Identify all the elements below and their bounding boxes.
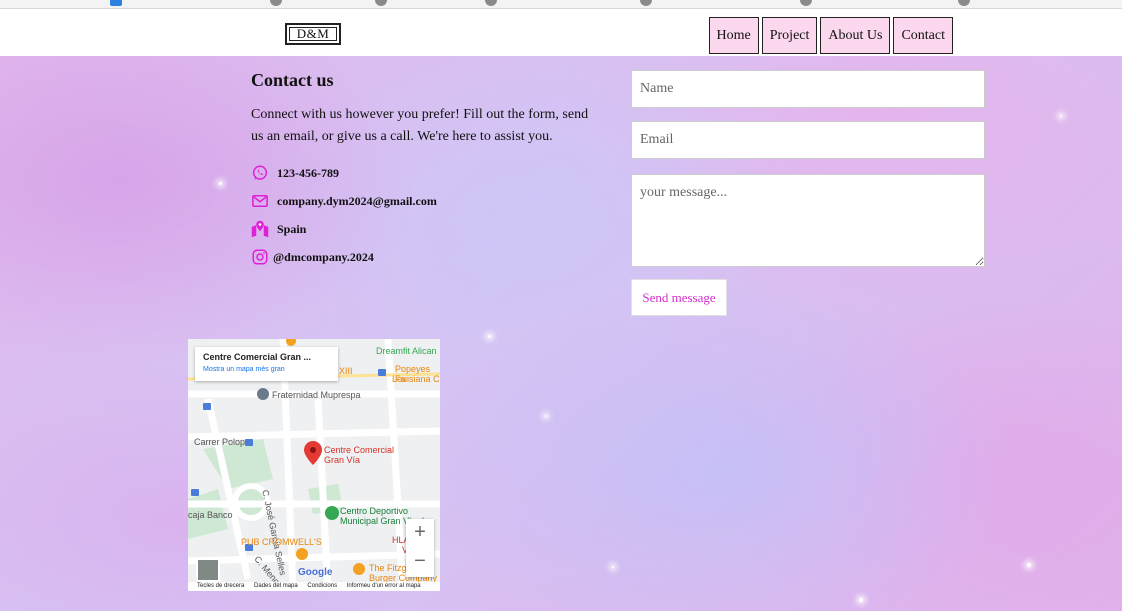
instagram-icon <box>252 249 268 265</box>
map-footer-report[interactable]: Informeu d'un error al mapa <box>347 583 421 589</box>
site-logo[interactable]: D&M <box>285 23 341 45</box>
email-row: company.dym2024@gmail.com <box>251 192 437 210</box>
larger-map-link[interactable]: Mostra un mapa més gran <box>203 366 338 373</box>
bookmark-icon[interactable] <box>375 0 387 6</box>
message-textarea[interactable] <box>631 174 985 267</box>
sparkle <box>859 598 863 602</box>
bookmark-icon[interactable] <box>110 0 122 6</box>
bookmark-icon[interactable] <box>485 0 497 6</box>
whatsapp-icon <box>252 165 268 180</box>
location-text: Spain <box>277 221 307 236</box>
bookmark-icon[interactable] <box>958 0 970 6</box>
sparkle <box>219 182 222 185</box>
map-location-icon <box>251 220 269 238</box>
email-input[interactable] <box>631 121 985 159</box>
map-footer-data[interactable]: Dades del mapa <box>254 583 298 589</box>
contact-title: Contact us <box>251 70 334 90</box>
nav-about-us[interactable]: About Us <box>820 17 891 54</box>
map-label: Fraternidad Muprespa <box>272 390 361 400</box>
map-label: XIII <box>339 366 353 376</box>
nav-home[interactable]: Home <box>708 17 759 54</box>
street-view-thumbnail[interactable] <box>196 558 220 582</box>
sparkle <box>612 566 614 568</box>
map-label: Centre Comercial <box>324 445 395 455</box>
map-footer-shortcuts[interactable]: Tecles de drecera <box>197 583 244 589</box>
sparkle <box>488 335 491 338</box>
sparkle <box>545 415 547 417</box>
site-header: D&M Home Project About Us Contact <box>0 9 1122 56</box>
envelope-icon <box>252 195 268 207</box>
name-input[interactable] <box>631 70 985 108</box>
map-label: Dreamfit Alican <box>376 346 437 356</box>
zoom-in-button[interactable]: + <box>406 519 434 548</box>
map-footer-terms[interactable]: Condicions <box>307 583 337 589</box>
nav-contact[interactable]: Contact <box>893 17 953 54</box>
contact-form <box>631 70 985 267</box>
location-row: Spain <box>251 220 306 238</box>
map-label: The Fitzg <box>369 563 407 573</box>
instagram-row: @dmcompany.2024 <box>251 248 374 266</box>
zoom-out-button[interactable]: − <box>406 548 434 577</box>
map-place-title: Centre Comercial Gran ... <box>203 352 312 362</box>
logo-text: D&M <box>296 26 330 41</box>
map-place-card: Centre Comercial Gran ... Mostra un mapa… <box>195 347 338 381</box>
embedded-map[interactable]: Dreamfit Alican Popeyes Fa Louisiana C X… <box>188 339 440 591</box>
map-label: Gran Vía <box>324 455 361 465</box>
map-footer: Tecles de drecera Dades del mapa Condici… <box>188 582 440 591</box>
map-zoom-controls: + − <box>406 519 434 577</box>
phone-number: 123-456-789 <box>277 165 339 180</box>
sparkle <box>1027 563 1031 567</box>
contact-description: Connect with us however you prefer! Fill… <box>251 107 589 144</box>
send-message-button[interactable]: Send message <box>631 279 727 316</box>
contact-intro: Contact us Connect with us however you p… <box>251 70 601 148</box>
map-label: Carrer Polop <box>194 437 246 447</box>
browser-bookmarks-bar <box>0 0 1122 9</box>
main-nav: Home Project About Us Contact <box>708 17 953 54</box>
bookmark-icon[interactable] <box>270 0 282 6</box>
map-label: Centro Deportivo <box>340 506 409 516</box>
sparkle <box>1060 115 1062 117</box>
bookmark-icon[interactable] <box>640 0 652 6</box>
google-logo: Google <box>298 567 333 578</box>
map-label: PUB CROMWELL'S <box>241 537 322 547</box>
map-label: Louisiana C <box>392 374 440 384</box>
map-label: caja Banco <box>188 510 233 520</box>
bookmark-icon[interactable] <box>800 0 812 6</box>
phone-row: 123-456-789 <box>251 164 339 182</box>
instagram-handle: @dmcompany.2024 <box>273 249 374 264</box>
email-address: company.dym2024@gmail.com <box>277 193 437 208</box>
nav-project[interactable]: Project <box>761 17 818 54</box>
